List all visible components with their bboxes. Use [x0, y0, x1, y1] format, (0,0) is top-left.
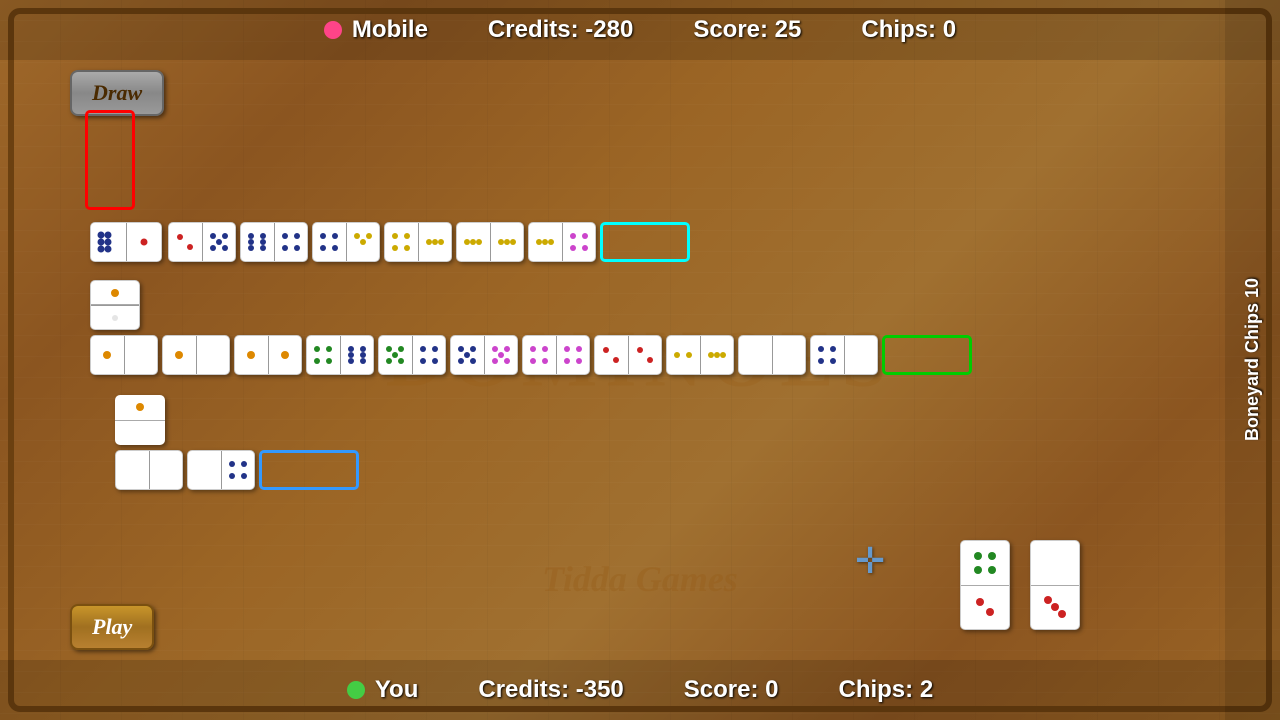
domino-row1-2[interactable] [168, 222, 236, 262]
right-sidebar: Boneyard Chips 10 [1225, 0, 1280, 720]
domino-v2[interactable] [115, 395, 165, 445]
blue-outline-placeholder [259, 450, 359, 490]
red-outline-placeholder [85, 110, 135, 210]
domino-row1-6[interactable] [456, 222, 524, 262]
play-button[interactable]: Play [70, 604, 154, 650]
mobile-chips: Chips: 0 [861, 16, 956, 44]
you-player-status: You [347, 676, 419, 704]
domino-row2-4[interactable] [306, 335, 374, 375]
watermark-bottom: Tidda Games [542, 558, 738, 600]
domino-v1[interactable] [90, 280, 140, 330]
domino-row2-1[interactable] [90, 335, 158, 375]
boneyard-label: Boneyard Chips 10 [1242, 278, 1263, 441]
domino-row2-9[interactable] [666, 335, 734, 375]
hand-domino-2[interactable] [1030, 540, 1080, 630]
bottom-status-bar: You Credits: -350 Score: 0 Chips: 2 [0, 660, 1280, 720]
domino-row2-10[interactable] [738, 335, 806, 379]
domino-row3-1[interactable] [115, 450, 183, 494]
you-chips: Chips: 2 [838, 676, 933, 704]
domino-row2-11[interactable] [810, 335, 878, 375]
domino-row1-1[interactable] [90, 222, 162, 262]
domino-row1-4[interactable] [312, 222, 380, 262]
move-icon: ✛ [855, 540, 885, 582]
domino-row2-5[interactable] [378, 335, 446, 375]
you-score: Score: 0 [684, 676, 779, 704]
domino-row2-7[interactable] [522, 335, 590, 375]
domino-row2-6[interactable] [450, 335, 518, 375]
domino-row2-8[interactable] [594, 335, 662, 375]
hand-domino-1[interactable] [960, 540, 1010, 630]
you-label: You [375, 676, 419, 704]
you-credits: Credits: -350 [478, 676, 623, 704]
domino-row2-2[interactable] [162, 335, 230, 375]
mobile-indicator [324, 21, 342, 39]
game-container: Mobile Credits: -280 Score: 25 Chips: 0 … [0, 0, 1280, 720]
domino-row3-2[interactable] [187, 450, 255, 494]
top-status-bar: Mobile Credits: -280 Score: 25 Chips: 0 [0, 0, 1280, 60]
you-indicator [347, 681, 365, 699]
domino-row1-7[interactable] [528, 222, 596, 262]
cyan-outline-placeholder [600, 222, 690, 262]
mobile-label: Mobile [352, 16, 428, 44]
domino-row1-5[interactable] [384, 222, 452, 262]
mobile-player-status: Mobile [324, 16, 428, 44]
mobile-score: Score: 25 [693, 16, 801, 44]
domino-row2-3[interactable] [234, 335, 302, 375]
domino-row1-3[interactable] [240, 222, 308, 262]
mobile-credits: Credits: -280 [488, 16, 633, 44]
green-outline-placeholder [882, 335, 972, 375]
